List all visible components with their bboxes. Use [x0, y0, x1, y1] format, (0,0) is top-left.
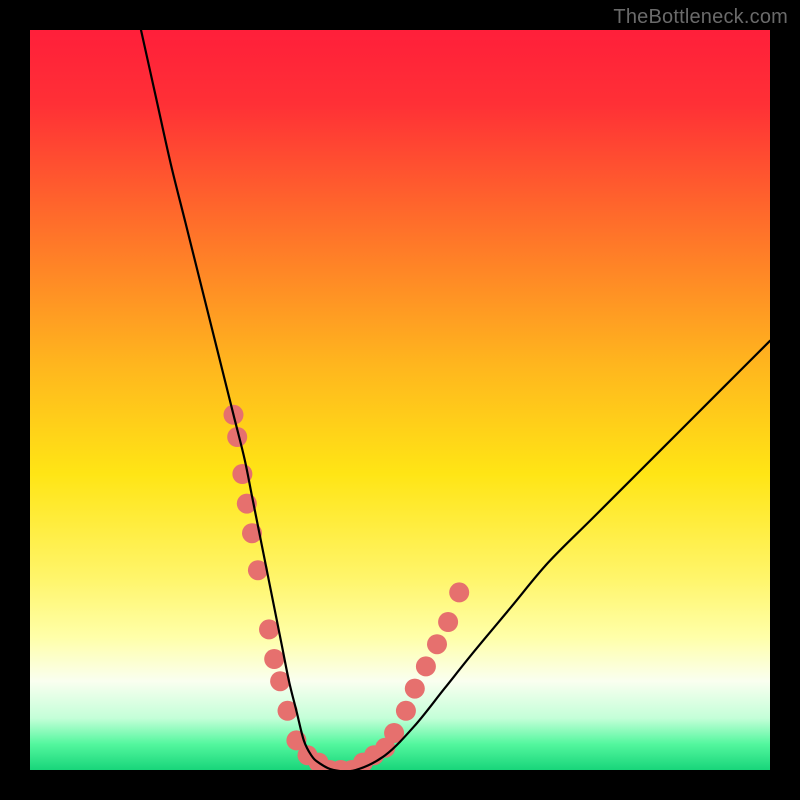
chart-svg	[30, 30, 770, 770]
marker-point	[396, 701, 416, 721]
outer-frame: TheBottleneck.com	[0, 0, 800, 800]
marker-point	[405, 679, 425, 699]
marker-point	[427, 634, 447, 654]
marker-point	[438, 612, 458, 632]
plot-area	[30, 30, 770, 770]
marker-point	[416, 656, 436, 676]
marker-point	[449, 582, 469, 602]
bottleneck-curve	[141, 30, 770, 770]
watermark-text: TheBottleneck.com	[613, 6, 788, 29]
marker-point	[259, 619, 279, 639]
marker-point	[264, 649, 284, 669]
markers-group	[224, 405, 470, 770]
